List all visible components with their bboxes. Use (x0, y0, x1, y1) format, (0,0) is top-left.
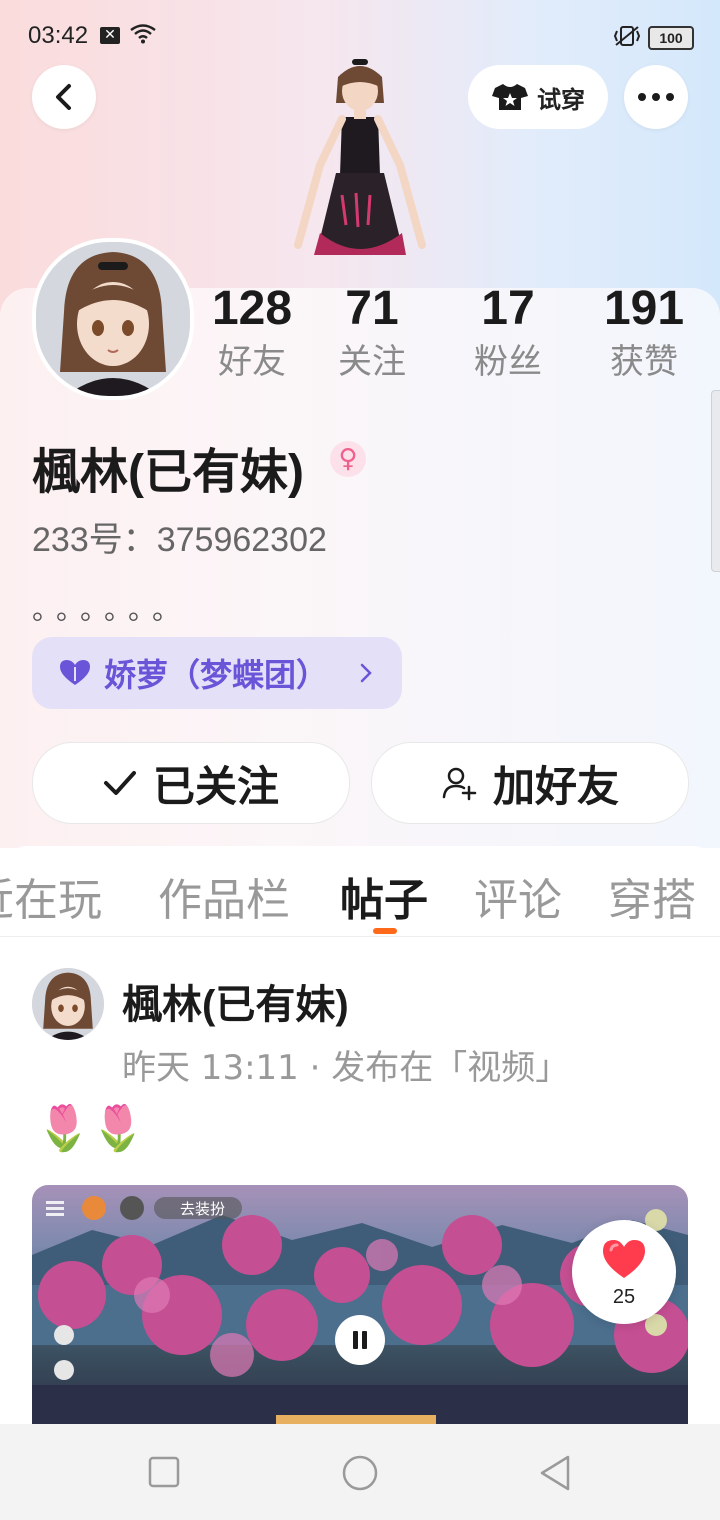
checkmark-icon (103, 771, 136, 795)
profile-name: 楓林(已有妹) (32, 446, 304, 499)
following-button[interactable]: 已关注 (32, 742, 350, 824)
tab-recently-playing[interactable]: 近在玩 (0, 864, 102, 928)
stat-friends-value: 128 (211, 282, 293, 335)
status-time: 03:42 (28, 22, 89, 49)
side-scroll-handle[interactable] (711, 390, 720, 572)
stat-likes-label: 获赞 (610, 342, 678, 382)
add-friend-button[interactable]: 加好友 (371, 742, 689, 824)
stat-fans-value: 17 (481, 282, 535, 335)
profile-tabs: 近在玩 作品栏 帖子 评论 穿搭 (0, 846, 720, 937)
stat-following-value: 71 (345, 282, 399, 335)
pause-icon (353, 1331, 367, 1349)
post-author-name[interactable]: 楓林(已有妹) (122, 972, 349, 1030)
post-meta: 昨天 13:11 · 发布在「视频」 (122, 1048, 570, 1088)
chevron-right-icon (360, 663, 372, 683)
recent-apps-button[interactable] (148, 1456, 180, 1488)
stat-fans-label: 粉丝 (474, 342, 542, 382)
heart-icon (603, 1240, 645, 1278)
wifi-icon (130, 24, 156, 44)
more-dots-icon (638, 93, 674, 101)
back-nav-button[interactable] (538, 1454, 572, 1492)
group-badge-button[interactable]: 娇萝（梦蝶团） (32, 637, 402, 709)
avatar-portrait (36, 242, 190, 396)
heart-group-icon (60, 660, 90, 685)
post-author-avatar[interactable] (32, 968, 104, 1040)
profile-id: 233号：375962302 (32, 521, 327, 559)
more-options-button[interactable] (624, 65, 688, 129)
post-text: 🌷🌷 (36, 1103, 146, 1154)
notification-icon: ✕ (100, 27, 120, 44)
profile-bio: 。。。。。。 (32, 593, 191, 626)
stat-likes[interactable]: 191 获赞 (584, 282, 704, 384)
try-on-button[interactable]: 试穿 (468, 65, 608, 129)
home-button[interactable] (341, 1454, 379, 1492)
like-button[interactable]: 25 (572, 1220, 676, 1324)
tab-comments[interactable]: 评论 (474, 864, 562, 928)
vibrate-icon (613, 26, 641, 46)
like-count: 25 (612, 1286, 636, 1308)
back-button[interactable] (32, 65, 96, 129)
tshirt-icon (492, 84, 528, 110)
battery-indicator: 100 (648, 26, 694, 50)
tab-outfits[interactable]: 穿搭 (608, 864, 696, 928)
stat-likes-value: 191 (603, 282, 685, 335)
tab-works[interactable]: 作品栏 (158, 864, 290, 928)
pause-button[interactable] (335, 1315, 385, 1365)
stat-fans[interactable]: 17 粉丝 (448, 282, 568, 384)
group-label: 娇萝（梦蝶团） (104, 656, 329, 694)
try-on-label: 试穿 (537, 85, 585, 114)
chevron-left-icon (56, 84, 71, 110)
tab-posts[interactable]: 帖子 (340, 864, 428, 928)
system-navigation-bar (0, 1424, 720, 1520)
active-tab-indicator (373, 928, 397, 934)
stat-friends-label: 好友 (218, 342, 286, 382)
add-user-icon (442, 767, 477, 801)
avatar-character-figure (294, 59, 426, 255)
video-overlay-tag: 去装扮 (180, 1200, 225, 1218)
post-avatar-portrait (32, 968, 104, 1040)
stat-friends[interactable]: 128 好友 (192, 282, 312, 384)
female-icon: ♀ (330, 441, 366, 477)
add-friend-label: 加好友 (492, 761, 619, 811)
stat-following-label: 关注 (338, 342, 406, 382)
stat-following[interactable]: 71 关注 (312, 282, 432, 384)
following-label: 已关注 (152, 761, 279, 811)
profile-avatar[interactable] (32, 238, 194, 400)
